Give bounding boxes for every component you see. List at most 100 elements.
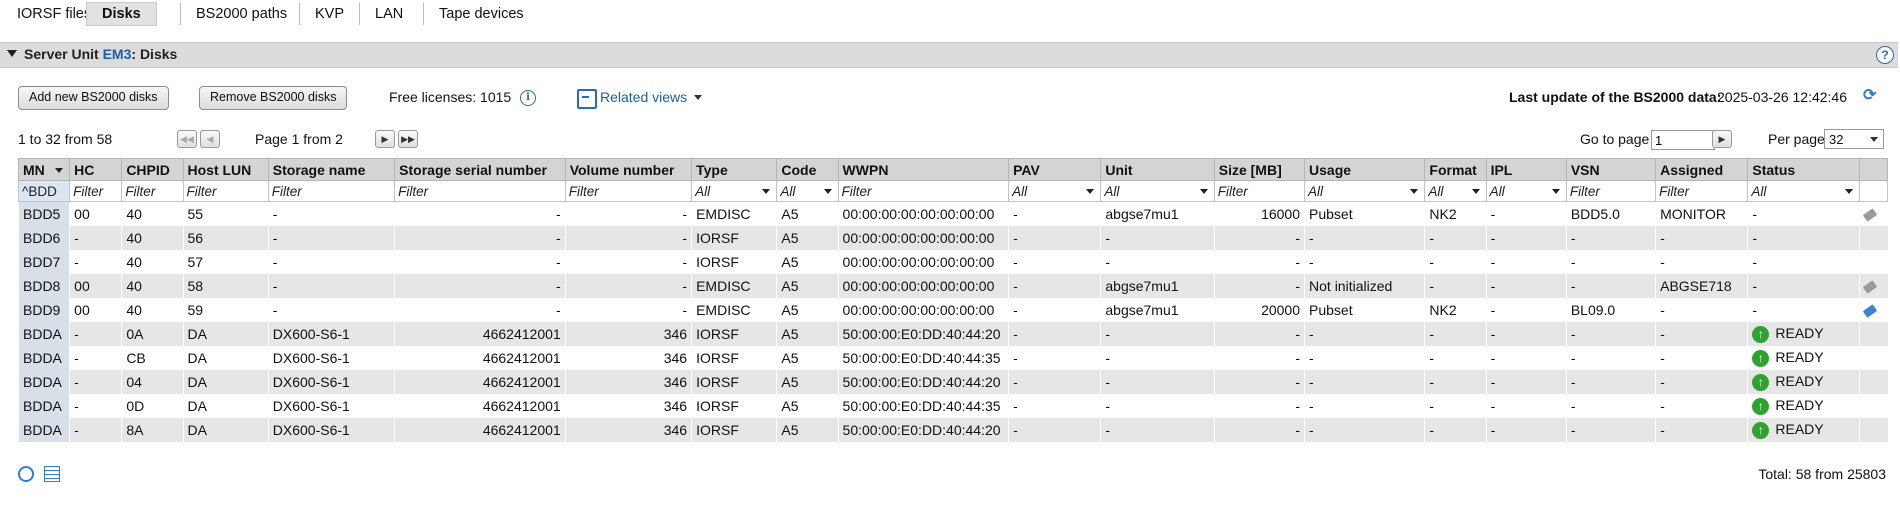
related-views-icon[interactable]: [577, 89, 597, 109]
col-header-status[interactable]: Status: [1747, 158, 1860, 181]
next-page-icon[interactable]: ▶: [375, 130, 395, 148]
tab-tape-devices[interactable]: Tape devices: [423, 3, 539, 25]
cell-actions: [1858, 250, 1888, 274]
filter-3[interactable]: Filter: [182, 180, 269, 202]
last-page-icon[interactable]: ▶▶: [398, 130, 418, 148]
cell-assigned: MONITOR: [1655, 201, 1748, 226]
tab-kvp[interactable]: KVP: [299, 3, 359, 25]
status-text: READY: [1775, 325, 1824, 342]
cell-hc: -: [69, 418, 122, 442]
related-views-link[interactable]: Related views: [600, 89, 687, 105]
tab-lan[interactable]: LAN: [359, 3, 418, 25]
col-header-storage-name[interactable]: Storage name: [267, 158, 396, 181]
panel-header[interactable]: Server Unit EM3: Disks ?: [0, 42, 1898, 68]
table-row[interactable]: BDDA -0A DA DX600-S6-1 4662412001 346 IORSF A5 5…: [17, 322, 1888, 346]
filter-6[interactable]: Filter: [564, 180, 693, 202]
table-row[interactable]: BDD8 00 40 58- - - EMDISC A5 00:00:00:00:00:00:0…: [17, 274, 1888, 298]
cell-pav: -: [1008, 250, 1101, 274]
col-header-pav[interactable]: PAV: [1008, 158, 1102, 181]
table-row[interactable]: BDD6-40 56- - - IORSF A5 00:00:00:00:00:00:00:…: [17, 226, 1888, 250]
filter-12[interactable]: Filter: [1213, 180, 1306, 202]
filter-15[interactable]: All: [1485, 180, 1567, 202]
cell-ipl: -: [1485, 370, 1567, 394]
tab-disks[interactable]: Disks: [86, 2, 157, 26]
tab-bs2000-paths[interactable]: BS2000 paths: [180, 3, 302, 25]
prev-page-icon[interactable]: ◀: [200, 130, 220, 148]
filter-16[interactable]: Filter: [1565, 180, 1657, 202]
col-header-format[interactable]: Format: [1424, 158, 1487, 181]
filter-18[interactable]: All: [1747, 180, 1860, 202]
cell-vsn: -: [1565, 226, 1656, 250]
filter-2[interactable]: Filter: [121, 180, 184, 202]
collapse-icon[interactable]: [7, 50, 17, 57]
first-page-icon[interactable]: ◀◀: [177, 130, 197, 148]
col-header-host-lun[interactable]: Host LUN: [182, 158, 269, 181]
table-row[interactable]: BDDA -04 DA DX600-S6-1 4662412001 346 IORSF A5 5…: [17, 370, 1888, 394]
col-header-usage[interactable]: Usage: [1304, 158, 1426, 181]
filter-7[interactable]: All: [691, 180, 778, 202]
cell-wwpn: 00:00:00:00:00:00:00:00: [837, 298, 1009, 322]
cell-pav: -: [1008, 226, 1101, 250]
col-header-ipl[interactable]: IPL: [1485, 158, 1567, 181]
filter-5[interactable]: Filter: [394, 180, 566, 202]
col-header-storage-serial[interactable]: Storage serial number: [394, 158, 566, 181]
table-row[interactable]: BDD5 00 40 55- - - EMDISC A5 00:00:00:00:00:00:0…: [17, 201, 1888, 226]
col-header-mn[interactable]: MN: [17, 158, 71, 181]
table-row[interactable]: BDDA -0D DA DX600-S6-1 4662412001 346 IORSF A5 5…: [17, 394, 1888, 418]
filter-10[interactable]: All: [1008, 180, 1102, 202]
col-header-chpid[interactable]: CHPID: [121, 158, 184, 181]
cell-usage: -: [1304, 322, 1425, 346]
sort-desc-icon: [55, 168, 64, 173]
col-header-unit[interactable]: Unit: [1100, 158, 1215, 181]
filter-11[interactable]: All: [1100, 180, 1215, 202]
table-row[interactable]: BDDA -8A DA DX600-S6-1 4662412001 346 IORSF A5 5…: [17, 418, 1888, 442]
filter-14[interactable]: All: [1424, 180, 1487, 202]
cell-volume-number: 346: [564, 394, 692, 418]
cell-pav: -: [1008, 201, 1101, 226]
col-header-size[interactable]: Size [MB]: [1213, 158, 1306, 181]
filter-8[interactable]: All: [776, 180, 839, 202]
col-header-vsn[interactable]: VSN: [1565, 158, 1657, 181]
cell-unit: -: [1100, 418, 1215, 442]
filter-1[interactable]: Filter: [69, 180, 123, 202]
table-row[interactable]: BDD9 00 40 59- - - EMDISC A5 00:00:00:00:00:00:0…: [17, 298, 1888, 322]
filter-17[interactable]: Filter: [1655, 180, 1749, 202]
cell-volume-number: -: [564, 298, 692, 322]
add-bs2000-disks-button[interactable]: Add new BS2000 disks: [18, 86, 169, 110]
col-header-assigned[interactable]: Assigned: [1655, 158, 1749, 181]
cell-pav: -: [1008, 322, 1101, 346]
disks-table: MN HC CHPID Host LUN Storage name Storag…: [17, 158, 1889, 442]
table-row[interactable]: BDDA - CB DA DX600-S6-1 4662412001 346 IORSF A5 5…: [17, 346, 1888, 370]
cell-code: A5: [776, 346, 839, 370]
filter-9[interactable]: Filter: [837, 180, 1010, 202]
help-icon[interactable]: ?: [1876, 46, 1894, 64]
edit-icon[interactable]: [1862, 280, 1877, 294]
history-icon[interactable]: [18, 466, 34, 482]
col-header-code[interactable]: Code: [776, 158, 839, 181]
paging-range: 1 to 32 from 58: [18, 131, 113, 147]
per-page-select[interactable]: 32: [1824, 129, 1884, 149]
cell-volume-number: -: [564, 274, 692, 298]
edit-icon[interactable]: [1862, 304, 1877, 318]
filter-13[interactable]: All: [1304, 180, 1426, 202]
filter-0[interactable]: ^BDD: [17, 180, 71, 202]
remove-bs2000-disks-button[interactable]: Remove BS2000 disks: [199, 86, 348, 110]
refresh-icon[interactable]: ⟳: [1863, 88, 1879, 104]
filter-4[interactable]: Filter: [267, 180, 396, 202]
edit-icon[interactable]: [1862, 208, 1877, 222]
cell-host-lun: 56: [182, 226, 269, 250]
cell-usage: -: [1304, 418, 1425, 442]
chevron-down-icon[interactable]: [694, 95, 702, 100]
col-header-hc[interactable]: HC: [69, 158, 123, 181]
col-header-wwpn[interactable]: WWPN: [837, 158, 1010, 181]
info-icon[interactable]: i: [520, 90, 536, 106]
col-header-volume-number[interactable]: Volume number: [564, 158, 693, 181]
goto-page-button[interactable]: ▶: [1712, 130, 1732, 148]
cell-pav: -: [1008, 370, 1101, 394]
col-header-type[interactable]: Type: [691, 158, 778, 181]
table-row[interactable]: BDD7-40 57- - - IORSF A5 00:00:00:00:00:00:00:…: [17, 250, 1888, 274]
cell-assigned: -: [1655, 370, 1748, 394]
cell-format: NK2: [1424, 298, 1487, 322]
goto-page-input[interactable]: [1651, 130, 1715, 150]
table-settings-icon[interactable]: [44, 466, 60, 482]
